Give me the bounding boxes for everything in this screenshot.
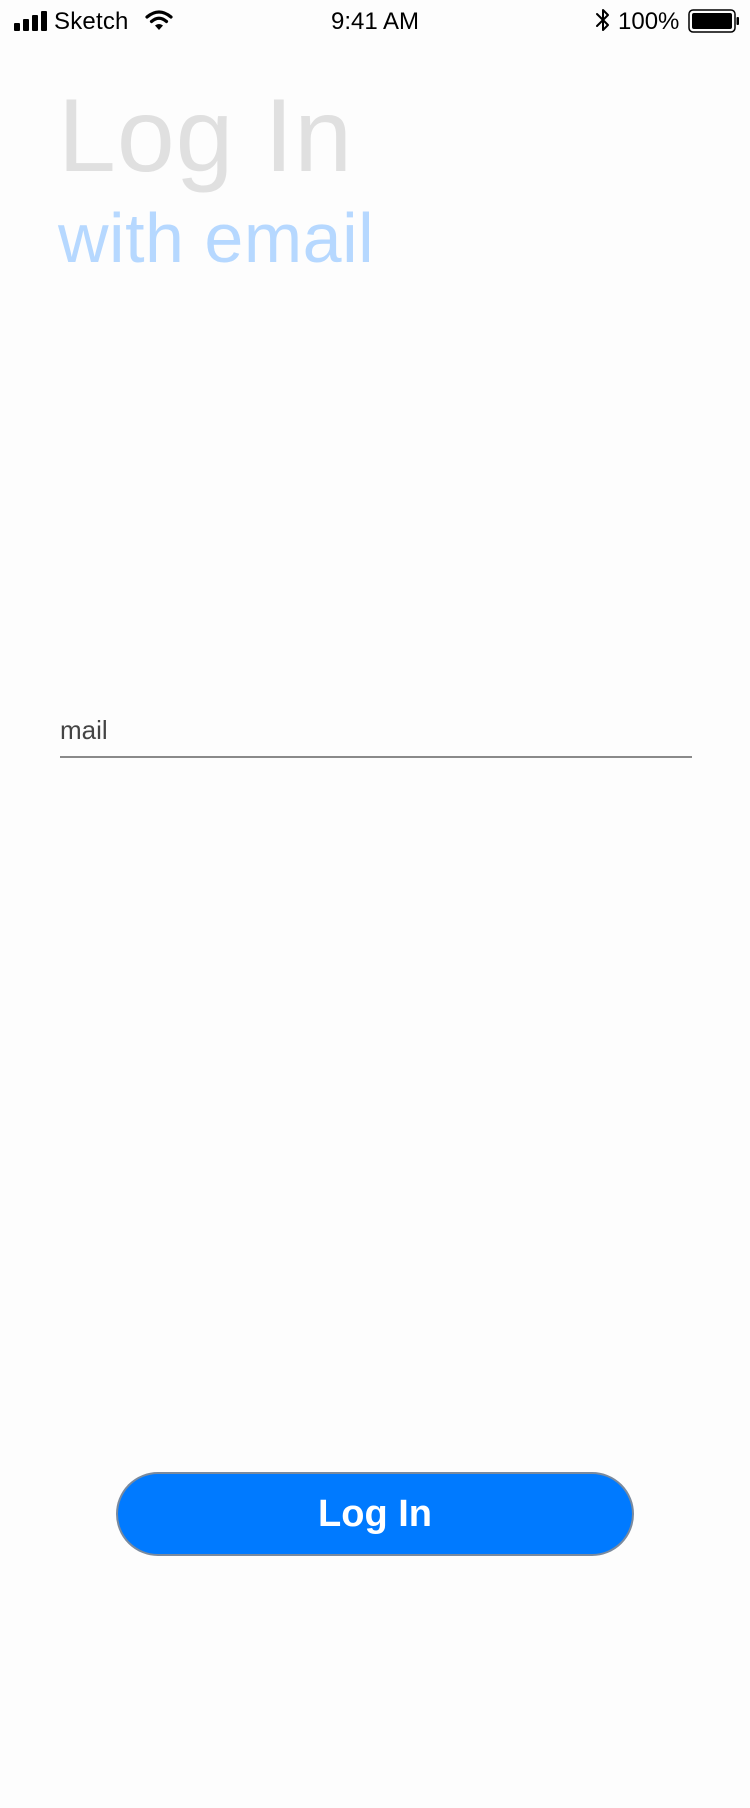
bluetooth-icon [596,9,609,31]
battery-icon [688,9,739,33]
status-bar: Sketch 9:41 AM 100% [0,0,750,44]
page-subtitle: with email [58,199,375,277]
battery-percent: 100% [618,8,680,35]
email-field-container [60,708,692,758]
login-button[interactable]: Log In [116,1472,634,1556]
email-field[interactable] [60,708,692,752]
page-title: Log In [58,78,354,194]
